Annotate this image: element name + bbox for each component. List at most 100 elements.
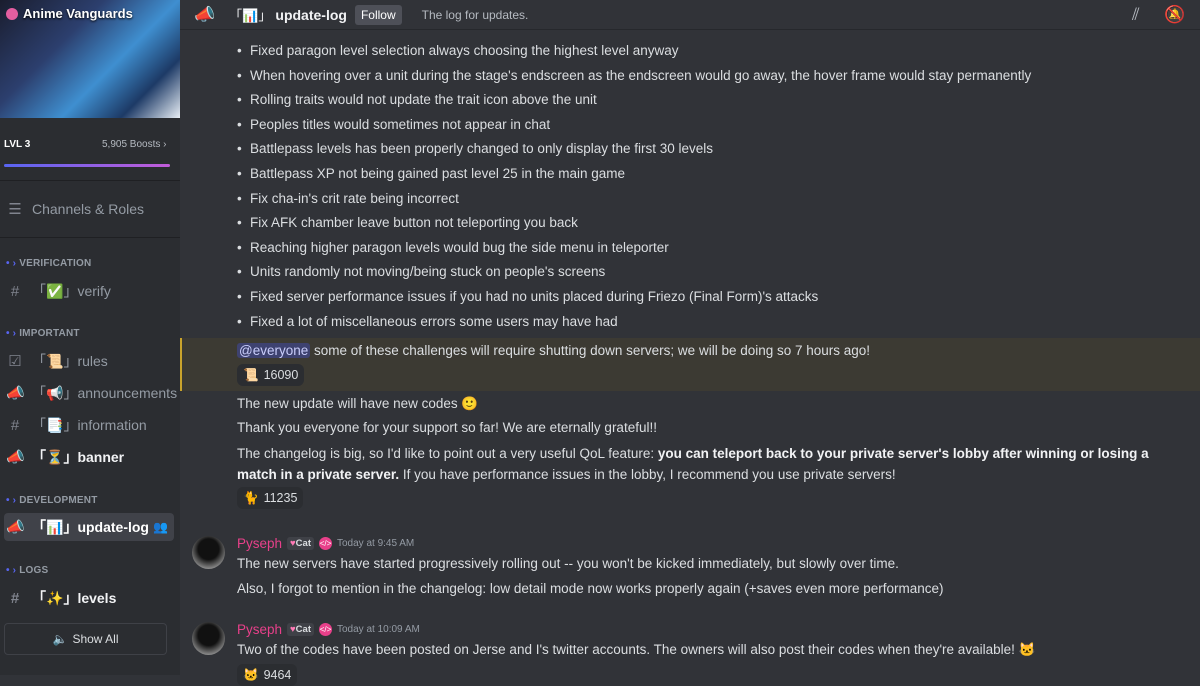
channel-label: announcements <box>77 385 178 401</box>
changelog-item: Rolling traits would not update the trai… <box>237 92 597 107</box>
reaction-button[interactable]: 📜 16090 <box>237 364 305 386</box>
channel-verify[interactable]: # 「✅」 verify <box>4 277 174 305</box>
category-label: VERIFICATION <box>19 258 92 269</box>
message-header: Pyseph ♥Cat </> Today at 9:45 AM <box>237 536 414 551</box>
scroll-emoji-icon: 📜 <box>243 367 259 382</box>
changelog-item-text: Rolling traits would not update the trai… <box>250 92 597 108</box>
category-label: DEVELOPMENT <box>19 495 98 506</box>
channels-roles-label: Channels & Roles <box>32 201 145 217</box>
megaphone-icon: 📣 <box>6 449 25 466</box>
timestamp: Today at 9:45 AM <box>336 538 415 549</box>
username[interactable]: Pyseph <box>237 536 282 551</box>
channel-emoji: 📢 <box>46 384 64 401</box>
channel-label: levels <box>77 590 117 606</box>
channel-topic[interactable]: The log for updates. <box>422 8 529 22</box>
reaction-count: 11235 <box>263 491 298 505</box>
message-text: some of these challenges will require sh… <box>310 343 871 358</box>
channel-emoji: 📜 <box>46 352 64 369</box>
changelog-item-text: Fixed a lot of miscellaneous errors some… <box>250 313 618 329</box>
megaphone-icon: 📣 <box>194 4 216 24</box>
category-verification[interactable]: • › VERIFICATION <box>6 258 91 269</box>
channel-update-log[interactable]: 📣 「📊」 update-log 👥 <box>4 513 174 541</box>
boosts-link[interactable]: 5,905 Boosts › <box>102 139 167 150</box>
channel-emoji: 📑 <box>46 416 64 433</box>
reaction-count: 16090 <box>263 368 299 382</box>
hash-icon: # <box>10 416 20 434</box>
cat-emoji-icon: 🐈 <box>243 490 259 505</box>
channel-header: 📣 「📊」 update-log Follow The log for upda… <box>180 0 1200 30</box>
changelog-item-text: Battlepass levels has been properly chan… <box>250 141 714 157</box>
changelog-item: Fix AFK chamber leave button not telepor… <box>237 215 578 230</box>
developer-badge-icon: </> <box>318 623 332 636</box>
changelog-item: Battlepass levels has been properly chan… <box>237 141 713 156</box>
boosts-count: 5,905 Boosts <box>102 139 161 150</box>
message-text: If you <box>399 467 436 482</box>
changelog-item-text: Reaching higher paragon levels would bug… <box>250 239 669 255</box>
timestamp: Today at 10:09 AM <box>336 624 420 635</box>
add-member-icon[interactable]: 👥 <box>153 520 168 534</box>
changelog-item: Peoples titles would sometimes not appea… <box>237 117 550 132</box>
channel-emoji: 「📊」 <box>229 8 272 23</box>
channel-emoji: ✨ <box>46 589 64 606</box>
category-label: LOGS <box>19 565 49 576</box>
show-all-button[interactable]: 🔈 Show All <box>4 623 167 655</box>
category-important[interactable]: • › IMPORTANT <box>6 328 80 339</box>
message-line: The new servers have started progressive… <box>237 556 899 571</box>
reaction-button[interactable]: 🐈 11235 <box>237 487 304 509</box>
hash-icon: # <box>10 282 20 300</box>
role-tag: ♥Cat <box>287 623 314 636</box>
channel-information[interactable]: # 「📑」 information <box>4 411 174 439</box>
speaker-icon: 🔈 <box>52 632 68 646</box>
channel-announcements[interactable]: 📣 「📢」 announcements <box>4 379 178 407</box>
changelog-item-text: Peoples titles would sometimes not appea… <box>250 116 551 132</box>
avatar[interactable] <box>192 622 225 655</box>
everyone-mention[interactable]: @everyone <box>237 343 311 358</box>
changelog-item: Fix cha-in's crit rate being incorrect <box>237 191 459 206</box>
category-label: IMPORTANT <box>19 328 80 339</box>
server-name: Anime Vanguards <box>23 6 133 21</box>
message-line: The new update will have new codes 🙂 <box>237 396 479 411</box>
channel-levels[interactable]: # 「✨」 levels <box>4 584 174 612</box>
show-all-label: Show All <box>72 632 119 646</box>
changelog-item-text: Fixed paragon level selection always cho… <box>250 43 679 58</box>
changelog-item: Fixed paragon level selection always cho… <box>237 43 679 58</box>
channel-label: update-log <box>77 519 149 535</box>
channel-label: information <box>77 417 147 433</box>
server-name-button[interactable]: Anime Vanguards <box>6 6 133 21</box>
channel-emoji-glyph: 📊 <box>242 8 259 23</box>
channel-emoji: ✅ <box>46 282 64 299</box>
changelog-item: Units randomly not moving/being stuck on… <box>237 264 605 279</box>
channel-emoji: 📊 <box>46 518 64 535</box>
boost-progress-bar <box>4 164 170 167</box>
avatar[interactable] <box>192 536 225 569</box>
changelog-item: Fixed a lot of miscellaneous errors some… <box>237 314 618 329</box>
message-line: @everyone some of these challenges will … <box>237 343 870 358</box>
changelog-item-text: When hovering over a unit during the sta… <box>250 67 1032 83</box>
channel-label: rules <box>77 353 108 369</box>
hash-icon: # <box>10 589 20 607</box>
reaction-button[interactable]: 🐱 9464 <box>237 664 298 686</box>
reaction-count: 9464 <box>263 668 292 682</box>
changelog-item-text: Fix AFK chamber leave button not telepor… <box>250 215 578 231</box>
channel-title: update-log <box>275 6 347 23</box>
message-line: Two of the codes have been posted on Jer… <box>237 642 1036 657</box>
emoji-icon: 🐱 <box>243 667 259 682</box>
list-search-icon: ☰ <box>8 201 22 218</box>
channel-label: verify <box>77 283 111 299</box>
changelog-item-text: Fix cha-in's crit rate being incorrect <box>250 190 459 206</box>
channels-and-roles[interactable]: ☰ Channels & Roles <box>4 195 174 223</box>
username[interactable]: Pyseph <box>237 622 282 637</box>
changelog-item-text: Units randomly not moving/being stuck on… <box>250 264 606 280</box>
threads-icon[interactable]: ⫽ <box>1132 5 1140 25</box>
channel-rules[interactable]: ☑ 「📜」 rules <box>4 347 174 375</box>
mute-bell-icon[interactable]: 🔕 <box>1164 5 1185 25</box>
channel-banner[interactable]: 📣 「⏳」 banner <box>4 443 174 471</box>
megaphone-icon: 📣 <box>6 385 25 402</box>
category-development[interactable]: • › DEVELOPMENT <box>6 495 98 506</box>
server-sidebar: Anime Vanguards LVL 3 5,905 Boosts › ☰ Ch… <box>0 0 180 675</box>
follow-button[interactable]: Follow <box>354 4 402 25</box>
divider <box>0 180 180 181</box>
role-tag-label: Cat <box>295 538 311 549</box>
changelog-item-text: Fixed server performance issues if you h… <box>250 289 819 304</box>
category-logs[interactable]: • › LOGS <box>6 565 48 576</box>
